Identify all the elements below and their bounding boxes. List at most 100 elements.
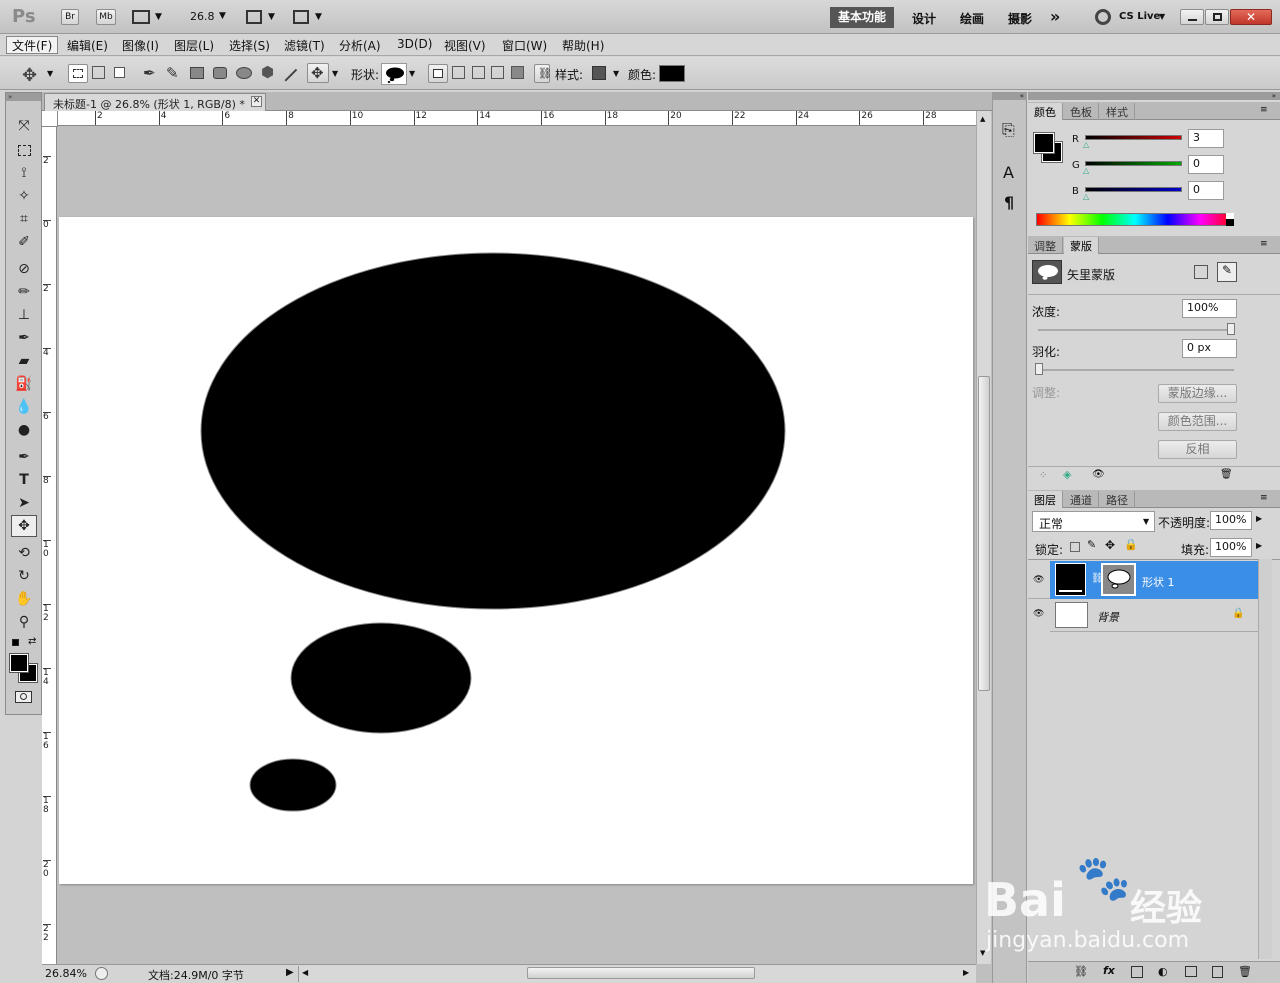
- screen-mode-button[interactable]: ▼: [293, 10, 323, 24]
- crop-tool[interactable]: ⌗: [11, 208, 37, 230]
- shape-layer-artwork[interactable]: [59, 217, 973, 884]
- view-extras-button[interactable]: ▼: [132, 10, 162, 24]
- fx-icon[interactable]: fx: [1103, 964, 1115, 977]
- channel-b-slider[interactable]: [1085, 187, 1182, 192]
- channel-r-input[interactable]: 3: [1188, 129, 1224, 148]
- dock-collapse-icon[interactable]: »: [1028, 92, 1280, 100]
- chevron-down-icon[interactable]: ▼: [409, 69, 415, 78]
- workspace-essentials[interactable]: 基本功能: [830, 7, 894, 28]
- channel-b-input[interactable]: 0: [1188, 181, 1224, 200]
- chevron-down-icon[interactable]: ▼: [47, 69, 53, 78]
- fill-input[interactable]: 100%: [1210, 538, 1252, 557]
- shape-layers-mode[interactable]: [68, 64, 88, 83]
- lock-transparency-icon[interactable]: [1070, 542, 1080, 552]
- toolbox-collapse-icon[interactable]: »: [6, 93, 41, 101]
- layers-scrollbar[interactable]: [1258, 559, 1272, 959]
- menu-window[interactable]: 窗口(W): [502, 37, 547, 54]
- tab-layers[interactable]: 图层: [1028, 491, 1063, 508]
- bridge-button[interactable]: Br: [61, 9, 79, 25]
- tool-preset-icon[interactable]: ✥: [22, 65, 37, 86]
- visibility-cell[interactable]: [1028, 561, 1050, 599]
- menu-select[interactable]: 选择(S): [229, 37, 270, 54]
- background-thumbnail[interactable]: [1055, 602, 1088, 628]
- horizontal-scrollbar[interactable]: ◀ ▶: [298, 966, 976, 982]
- tab-styles[interactable]: 样式: [1100, 103, 1135, 120]
- load-selection-icon[interactable]: ⁘: [1039, 470, 1047, 481]
- workspace-photography[interactable]: 摄影: [1008, 10, 1032, 27]
- link-layers-icon[interactable]: ⛓: [1074, 965, 1088, 978]
- scroll-right-icon[interactable]: ▶: [963, 968, 969, 977]
- chevron-down-icon[interactable]: ▼: [613, 69, 619, 78]
- close-button[interactable]: ✕: [1230, 9, 1272, 25]
- apply-mask-icon[interactable]: ◈: [1063, 468, 1071, 481]
- mini-bridge-button[interactable]: Mb: [96, 9, 116, 25]
- mask-edge-button[interactable]: 蒙版边缘...: [1158, 384, 1237, 403]
- zoom-dropdown-icon[interactable]: ▼: [219, 11, 226, 21]
- restore-button[interactable]: [1205, 9, 1229, 25]
- pen-icon[interactable]: ✒: [143, 64, 156, 82]
- exclude-shape-icon[interactable]: [511, 66, 524, 79]
- history-panel-icon[interactable]: ⎘: [1002, 120, 1015, 140]
- lock-all-icon[interactable]: 🔒: [1124, 538, 1138, 551]
- layer-name-background[interactable]: 背景: [1097, 609, 1119, 625]
- link-button[interactable]: ⛓: [534, 64, 552, 83]
- color-fg-swatch[interactable]: [1033, 132, 1055, 154]
- history-brush-tool[interactable]: ✒: [11, 327, 37, 349]
- visibility-eye-icon[interactable]: 👁: [1092, 469, 1105, 480]
- add-to-shape-icon[interactable]: [452, 66, 465, 79]
- status-info-icon[interactable]: [95, 967, 108, 980]
- status-menu-icon[interactable]: ▶: [286, 967, 294, 978]
- scroll-down-icon[interactable]: ▼: [980, 949, 985, 957]
- close-tab-icon[interactable]: ✕: [251, 96, 262, 107]
- layer-name-shape1[interactable]: 形状 1: [1142, 574, 1175, 590]
- character-panel-icon[interactable]: A: [1003, 163, 1014, 182]
- move-tool[interactable]: ⤧: [11, 115, 37, 137]
- tab-swatches[interactable]: 色板: [1064, 103, 1099, 120]
- polygon-tool-icon[interactable]: ⬢: [261, 63, 274, 81]
- blur-tool[interactable]: 💧: [11, 396, 37, 418]
- horizontal-scroll-thumb[interactable]: [527, 967, 755, 979]
- add-mask-icon[interactable]: [1131, 966, 1143, 978]
- layer-fill-thumbnail[interactable]: [1055, 563, 1086, 596]
- quick-selection-tool[interactable]: ✧: [11, 185, 37, 207]
- paint-bucket-tool[interactable]: ⛽: [11, 373, 37, 395]
- menu-3d[interactable]: 3D(D): [397, 37, 432, 51]
- style-swatch[interactable]: [592, 66, 606, 80]
- tab-channels[interactable]: 通道: [1064, 491, 1099, 508]
- custom-shape-tool-button[interactable]: ✥: [307, 63, 329, 83]
- menu-help[interactable]: 帮助(H): [562, 37, 604, 54]
- hand-tool[interactable]: ✋: [11, 588, 37, 610]
- vector-mask-icon[interactable]: ✎: [1217, 262, 1237, 282]
- panel-menu-icon[interactable]: ≡: [1260, 239, 1268, 249]
- chevron-down-icon[interactable]: ▼: [332, 69, 338, 78]
- slider-handle-icon[interactable]: △: [1083, 140, 1089, 149]
- visibility-eye-icon[interactable]: 👁: [1033, 609, 1044, 619]
- workspace-design[interactable]: 设计: [912, 10, 936, 27]
- fill-pixels-icon[interactable]: [114, 67, 125, 78]
- intersect-shape-icon[interactable]: [491, 66, 504, 79]
- workspace-painting[interactable]: 绘画: [960, 10, 984, 27]
- lock-pixels-icon[interactable]: ✎: [1087, 538, 1096, 551]
- dodge-tool[interactable]: ●: [11, 419, 37, 441]
- vector-mask-thumbnail[interactable]: [1032, 260, 1062, 284]
- eyedropper-tool[interactable]: ✐: [11, 231, 37, 253]
- opacity-input[interactable]: 100%: [1210, 511, 1252, 530]
- fill-slider-icon[interactable]: ▶: [1256, 541, 1262, 550]
- line-tool-icon[interactable]: [284, 68, 308, 92]
- paragraph-panel-icon[interactable]: ¶: [1004, 193, 1014, 212]
- eraser-tool[interactable]: ▰: [11, 350, 37, 372]
- vertical-scrollbar[interactable]: ▲ ▼: [976, 111, 991, 964]
- feather-slider-handle[interactable]: [1035, 363, 1043, 375]
- zoom-tool[interactable]: ⚲: [11, 611, 37, 633]
- lock-position-icon[interactable]: ✥: [1105, 538, 1115, 552]
- default-colors-icon[interactable]: [12, 639, 19, 646]
- shape-picker[interactable]: [381, 63, 407, 85]
- feather-slider[interactable]: [1038, 369, 1234, 371]
- swap-colors-icon[interactable]: ⇄: [28, 636, 36, 647]
- menu-analysis[interactable]: 分析(A): [339, 37, 381, 54]
- channel-r-slider[interactable]: [1085, 135, 1182, 140]
- menu-image[interactable]: 图像(I): [122, 37, 159, 54]
- feather-input[interactable]: 0 px: [1182, 339, 1237, 358]
- subtract-shape-icon[interactable]: [472, 66, 485, 79]
- lasso-tool[interactable]: ⟟: [11, 162, 37, 184]
